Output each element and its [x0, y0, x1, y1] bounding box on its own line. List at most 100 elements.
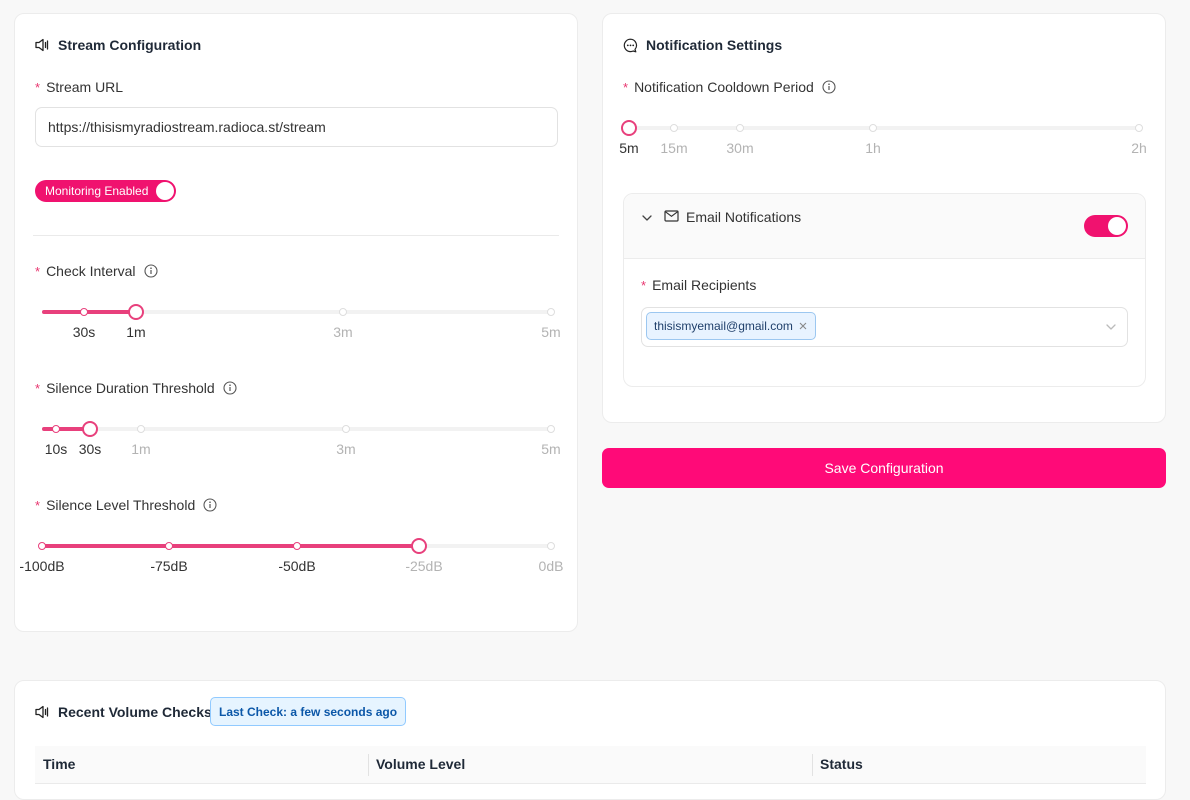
monitoring-enabled-label: Monitoring Enabled: [45, 184, 149, 198]
slider-mark[interactable]: 0dB: [539, 558, 564, 574]
required-marker: *: [35, 497, 41, 513]
slider-handle[interactable]: [128, 304, 144, 320]
slider-mark[interactable]: 10s: [45, 441, 68, 457]
stream-url-value: https://thisismyradiostream.radioca.st/s…: [48, 119, 326, 135]
silence-level-label: * Silence Level Threshold: [35, 497, 217, 513]
silence-duration-label-text: Silence Duration Threshold: [46, 380, 215, 396]
slider-dot: [52, 425, 60, 433]
slider-mark[interactable]: -75dB: [150, 558, 187, 574]
slider-dot: [80, 308, 88, 316]
email-notifications-header[interactable]: [624, 194, 1145, 259]
slider-mark[interactable]: 5m: [541, 324, 560, 340]
required-marker: *: [641, 277, 647, 293]
slider-dot: [547, 308, 555, 316]
slider-mark[interactable]: 3m: [336, 441, 355, 457]
slider-mark[interactable]: 1h: [865, 140, 881, 156]
check-interval-label-text: Check Interval: [46, 263, 136, 279]
cooldown-label-text: Notification Cooldown Period: [634, 79, 814, 95]
chevron-down-icon[interactable]: [1105, 321, 1117, 333]
slider-mark[interactable]: 2h: [1131, 140, 1147, 156]
email-recipient-tag: thisismyemail@gmail.com: [646, 312, 816, 340]
slider-track: [42, 310, 136, 314]
slider-mark[interactable]: 30s: [73, 324, 96, 340]
slider-dot: [547, 425, 555, 433]
slider-dot: [1135, 124, 1143, 132]
slider-mark[interactable]: 1m: [131, 441, 150, 457]
speaker-icon: [35, 705, 49, 719]
cooldown-slider[interactable]: 5m 15m 30m 1h 2h: [619, 117, 1147, 157]
slider-mark[interactable]: -25dB: [405, 558, 442, 574]
cooldown-label: * Notification Cooldown Period: [623, 79, 836, 95]
stream-url-label-text: Stream URL: [46, 79, 124, 95]
stream-configuration-card: Stream Configuration * Stream URL https:…: [14, 13, 578, 632]
mail-icon: [664, 210, 679, 222]
slider-dot: [736, 124, 744, 132]
stream-configuration-title-text: Stream Configuration: [58, 37, 202, 53]
notification-settings-title: Notification Settings: [623, 37, 782, 53]
required-marker: *: [35, 263, 41, 279]
check-interval-slider[interactable]: 30s 1m 3m 5m: [42, 301, 561, 341]
slider-dot: [137, 425, 145, 433]
slider-rail: [42, 427, 552, 431]
column-separator: [368, 754, 369, 776]
chevron-down-icon[interactable]: [641, 212, 653, 224]
slider-dot: [293, 542, 301, 550]
column-separator: [812, 754, 813, 776]
slider-track: [41, 544, 419, 548]
slider-mark[interactable]: 3m: [333, 324, 352, 340]
email-recipients-label-text: Email Recipients: [652, 277, 757, 293]
email-notifications-title: Email Notifications: [686, 209, 802, 225]
silence-level-slider[interactable]: -100dB -75dB -50dB -25dB 0dB: [19, 535, 563, 575]
required-marker: *: [35, 79, 41, 95]
column-header-volume-level[interactable]: Volume Level: [376, 756, 465, 772]
info-icon[interactable]: [203, 498, 217, 512]
column-header-status[interactable]: Status: [820, 756, 863, 772]
slider-mark[interactable]: 30m: [726, 140, 753, 156]
slider-mark[interactable]: 1m: [126, 324, 145, 340]
slider-mark[interactable]: 5m: [541, 441, 560, 457]
slider-dot: [869, 124, 877, 132]
slider-rail: [629, 126, 1140, 130]
switch-knob: [156, 182, 174, 200]
slider-mark[interactable]: -50dB: [278, 558, 315, 574]
silence-level-label-text: Silence Level Threshold: [46, 497, 196, 513]
slider-dot: [339, 308, 347, 316]
check-interval-label: * Check Interval: [35, 263, 158, 279]
speaker-icon: [35, 38, 49, 52]
slider-dot: [547, 542, 555, 550]
slider-handle[interactable]: [411, 538, 427, 554]
silence-duration-slider[interactable]: 10s 30s 1m 3m 5m: [42, 418, 561, 458]
slider-mark[interactable]: 5m: [619, 140, 638, 156]
stream-url-label: * Stream URL: [35, 79, 123, 95]
silence-duration-label: * Silence Duration Threshold: [35, 380, 237, 396]
slider-handle[interactable]: [621, 120, 637, 136]
table-header-row: Time Volume Level Status: [35, 746, 1146, 784]
column-header-time[interactable]: Time: [43, 756, 75, 772]
info-icon[interactable]: [223, 381, 237, 395]
last-check-badge: Last Check: a few seconds ago: [210, 697, 407, 726]
info-icon[interactable]: [143, 264, 158, 278]
email-recipients-label: * Email Recipients: [641, 277, 756, 293]
slider-dot: [342, 425, 350, 433]
recent-volume-checks-card: Recent Volume Checks Last Check: a few s…: [14, 680, 1166, 800]
recent-volume-checks-title-text: Recent Volume Checks: [58, 704, 212, 720]
slider-dot: [670, 124, 678, 132]
notification-settings-title-text: Notification Settings: [646, 37, 783, 53]
info-icon[interactable]: [822, 80, 836, 94]
section-divider: [33, 235, 559, 236]
save-configuration-button[interactable]: Save Configuration: [602, 448, 1166, 488]
slider-dot: [38, 542, 46, 550]
slider-handle[interactable]: [82, 421, 98, 437]
message-icon: [623, 38, 638, 52]
slider-dot: [165, 542, 173, 550]
required-marker: *: [35, 380, 41, 396]
slider-mark[interactable]: 15m: [660, 140, 687, 156]
slider-mark[interactable]: 30s: [79, 441, 102, 457]
email-notifications-panel: Email Notifications * Email Recipients t…: [623, 193, 1146, 387]
close-icon[interactable]: [799, 322, 807, 330]
stream-url-input[interactable]: https://thisismyradiostream.radioca.st/s…: [35, 107, 558, 147]
monitoring-enabled-switch[interactable]: Monitoring Enabled: [35, 180, 176, 202]
notification-settings-card: Notification Settings * Notification Coo…: [602, 13, 1166, 423]
email-notifications-switch[interactable]: [1084, 215, 1128, 237]
slider-mark[interactable]: -100dB: [19, 558, 64, 574]
